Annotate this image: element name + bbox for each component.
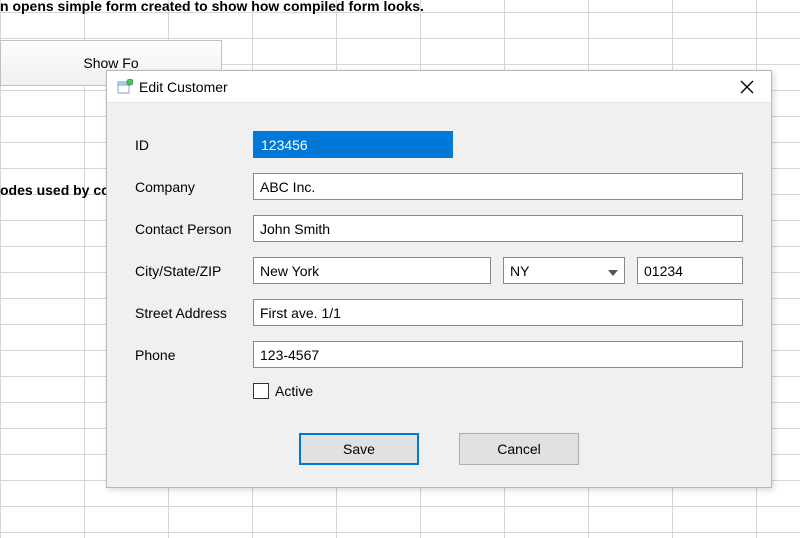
label-id: ID — [135, 137, 253, 153]
state-select[interactable]: NY — [503, 257, 625, 284]
label-active: Active — [275, 383, 313, 399]
dialog-title: Edit Customer — [139, 79, 228, 95]
label-street: Street Address — [135, 305, 253, 321]
contact-input[interactable] — [253, 215, 743, 242]
label-csz: City/State/ZIP — [135, 263, 253, 279]
zip-input[interactable] — [637, 257, 743, 284]
close-button[interactable] — [735, 75, 759, 99]
street-input[interactable] — [253, 299, 743, 326]
edit-customer-dialog: Edit Customer ID Company Contact Person … — [106, 70, 772, 488]
active-checkbox[interactable] — [253, 383, 269, 399]
form-body: ID Company Contact Person City/State/ZIP… — [107, 103, 771, 465]
label-phone: Phone — [135, 347, 253, 363]
label-contact: Contact Person — [135, 221, 253, 237]
save-button[interactable]: Save — [299, 433, 419, 465]
top-text-fragment: n opens simple form created to show how … — [0, 0, 424, 14]
state-value: NY — [510, 263, 529, 279]
form-icon — [117, 79, 133, 95]
phone-input[interactable] — [253, 341, 743, 368]
mid-text-fragment: odes used by co — [0, 182, 110, 198]
label-company: Company — [135, 179, 253, 195]
id-input[interactable] — [253, 131, 453, 158]
cancel-button[interactable]: Cancel — [459, 433, 579, 465]
city-input[interactable] — [253, 257, 491, 284]
company-input[interactable] — [253, 173, 743, 200]
title-bar: Edit Customer — [107, 71, 771, 103]
chevron-down-icon — [608, 263, 618, 279]
